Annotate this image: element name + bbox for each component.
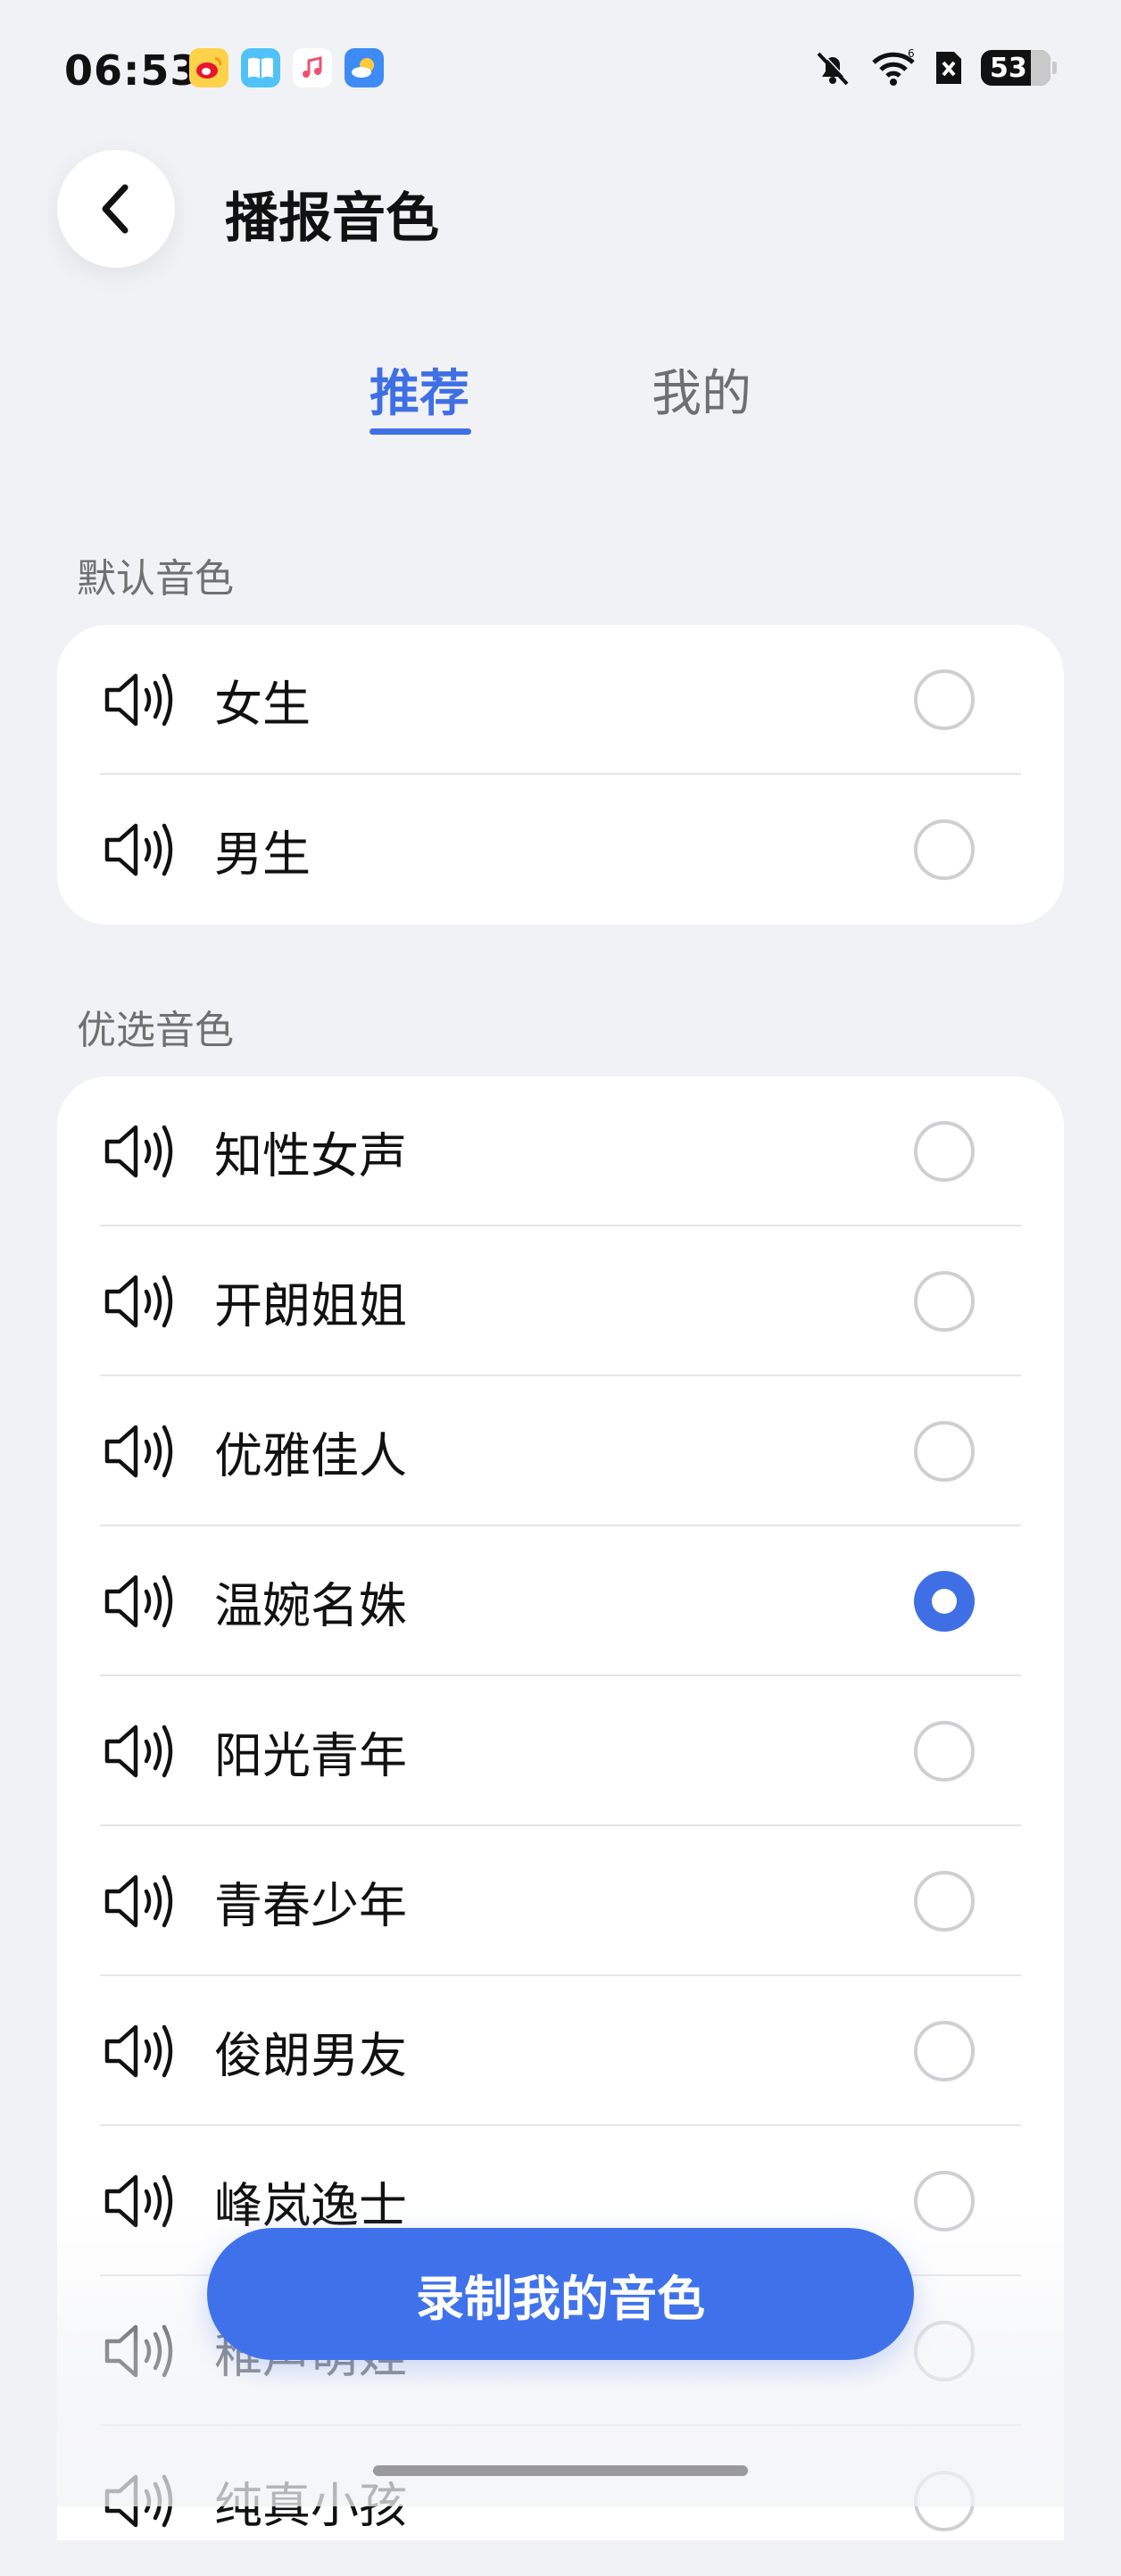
speaker-icon[interactable]: [102, 1570, 175, 1633]
status-bar: 06:53 6 53: [0, 0, 1121, 134]
weibo-icon: [189, 48, 228, 87]
speaker-icon[interactable]: [102, 2320, 175, 2382]
battery-tip: [1052, 62, 1057, 74]
voice-radio-button[interactable]: [914, 2471, 975, 2531]
bell-off-icon: [817, 51, 851, 86]
speaker-icon[interactable]: [102, 1720, 175, 1782]
voice-radio-button[interactable]: [914, 1571, 975, 1632]
speaker-icon[interactable]: [102, 2470, 175, 2532]
voice-name: 俊朗男友: [214, 2027, 407, 2084]
voice-radio-button[interactable]: [914, 1871, 975, 1932]
voice-option-row[interactable]: 青春少年: [57, 1826, 1064, 1976]
voice-option-row[interactable]: 男生: [57, 775, 1064, 925]
speaker-icon[interactable]: [102, 1420, 175, 1483]
voice-option-row[interactable]: 知性女声: [57, 1076, 1064, 1226]
status-time: 06:53: [64, 46, 200, 95]
voice-name: 峰岚逸士: [214, 2177, 407, 2234]
voice-radio-button[interactable]: [914, 669, 975, 730]
section-label-default: 默认音色: [77, 556, 234, 602]
voice-radio-button[interactable]: [914, 1271, 975, 1332]
svg-text:6: 6: [908, 48, 915, 60]
tab-mine[interactable]: 我的: [652, 353, 751, 426]
music-icon: [293, 48, 332, 87]
active-tab-indicator: [370, 428, 471, 435]
tab-recommended[interactable]: 推荐: [370, 353, 469, 426]
voice-radio-button[interactable]: [914, 1721, 975, 1782]
battery-level: 53: [990, 52, 1027, 84]
voice-option-row[interactable]: 阳光青年: [57, 1676, 1064, 1826]
speaker-icon[interactable]: [102, 819, 175, 881]
voice-radio-button[interactable]: [914, 2321, 975, 2381]
section-label-preferred: 优选音色: [77, 1008, 234, 1053]
speaker-icon[interactable]: [102, 669, 175, 731]
weather-icon: [345, 48, 384, 87]
voice-name: 知性女声: [214, 1127, 407, 1184]
voice-radio-button[interactable]: [914, 1421, 975, 1482]
system-status-icons: 6 53: [813, 48, 1057, 87]
battery-icon: 53: [981, 50, 1050, 86]
voice-name: 温婉名姝: [214, 1577, 407, 1634]
voice-name: 青春少年: [214, 1877, 407, 1934]
voice-radio-button[interactable]: [914, 1121, 975, 1182]
voice-option-row[interactable]: 纯真小孩: [57, 2426, 1064, 2576]
notification-app-icons: [189, 48, 384, 87]
speaker-icon[interactable]: [102, 2170, 175, 2232]
voice-radio-button[interactable]: [914, 819, 975, 880]
voice-radio-button[interactable]: [914, 2171, 975, 2231]
page-title: 播报音色: [225, 187, 439, 250]
voice-option-row[interactable]: 俊朗男友: [57, 1976, 1064, 2126]
voice-option-row[interactable]: 优雅佳人: [57, 1376, 1064, 1526]
voice-name: 开朗姐姐: [214, 1277, 407, 1334]
sim-off-icon: [936, 52, 961, 84]
voice-radio-button[interactable]: [914, 2021, 975, 2082]
voice-name: 纯真小孩: [214, 2477, 407, 2534]
chevron-left-icon: [102, 184, 129, 234]
speaker-icon[interactable]: [102, 1870, 175, 1932]
voice-name: 男生: [214, 826, 311, 883]
voice-name: 优雅佳人: [214, 1427, 407, 1484]
home-indicator[interactable]: [373, 2465, 748, 2476]
speaker-icon[interactable]: [102, 1270, 175, 1333]
voice-option-row[interactable]: 女生: [57, 625, 1064, 775]
wifi-icon: 6: [872, 48, 915, 86]
back-button[interactable]: [57, 150, 175, 268]
default-voices-card: 女生 男生: [57, 625, 1064, 925]
book-icon: [241, 48, 280, 87]
speaker-icon[interactable]: [102, 2020, 175, 2082]
voice-option-row[interactable]: 开朗姐姐: [57, 1226, 1064, 1376]
voice-name: 女生: [214, 676, 311, 733]
voice-option-row[interactable]: 温婉名姝: [57, 1526, 1064, 1676]
record-my-voice-button[interactable]: 录制我的音色: [207, 2228, 914, 2360]
speaker-icon[interactable]: [102, 1120, 175, 1183]
voice-name: 阳光青年: [214, 1727, 407, 1784]
